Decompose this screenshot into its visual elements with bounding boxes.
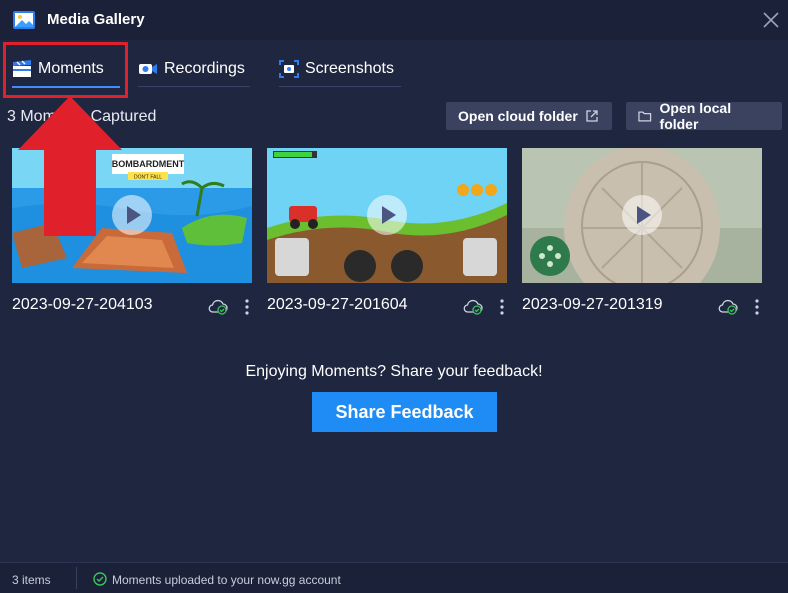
moment-card-footer: 2023-09-27-201319 [522,283,762,323]
external-link-icon [586,110,598,122]
open-cloud-folder-label: Open cloud folder [458,108,578,124]
folder-icon [638,111,652,122]
open-local-folder-label: Open local folder [659,100,732,132]
status-bar: 3 items Moments uploaded to your now.gg … [0,562,788,593]
play-icon[interactable] [622,195,662,235]
tab-screenshots-underline [279,86,401,87]
moment-card[interactable]: 2023-09-27-201319 [522,148,762,323]
gallery-icon [13,11,35,29]
title-bar: Media Gallery [0,0,788,40]
window-title: Media Gallery [47,11,145,28]
red-arrow-annotation [18,96,122,236]
upload-status: Moments uploaded to your now.gg account [112,573,341,587]
kebab-icon[interactable] [241,297,253,317]
feedback-prompt: Enjoying Moments? Share your feedback! [245,363,543,380]
thumbnail-game-subtitle: DON'T FALL [134,175,162,181]
highlight-annotation-box [3,42,128,98]
moment-date: 2023-09-27-204103 [12,296,153,313]
moment-date: 2023-09-27-201604 [267,296,408,313]
check-circle-icon [93,572,107,586]
moment-card[interactable]: 2023-09-27-201604 [267,148,507,323]
share-feedback-button[interactable]: Share Feedback [312,392,497,432]
open-local-folder-button[interactable]: Open local folder [626,100,782,132]
moment-card-footer: 2023-09-27-204103 [12,283,252,323]
screenshot-icon [279,60,299,78]
kebab-icon[interactable] [751,297,763,317]
cloud-check-icon [208,299,228,315]
cloud-check-icon [718,299,738,315]
tab-recordings-underline [138,86,250,87]
cloud-check-icon [463,299,483,315]
tab-recordings[interactable]: Recordings [138,52,250,87]
thumbnail-game-title: BOMBARDMENT [112,159,185,169]
status-divider [76,567,77,589]
open-cloud-folder-button[interactable]: Open cloud folder [446,102,612,130]
kebab-icon[interactable] [496,297,508,317]
tab-screenshots[interactable]: Screenshots [279,52,401,87]
close-icon[interactable] [760,9,782,31]
moment-date: 2023-09-27-201319 [522,296,663,313]
play-icon[interactable] [367,195,407,235]
camera-icon [139,64,157,74]
tab-recordings-label: Recordings [164,60,245,77]
moment-thumbnail[interactable] [267,148,507,283]
items-count: 3 items [12,573,51,587]
moment-card-footer: 2023-09-27-201604 [267,283,507,323]
tab-screenshots-label: Screenshots [305,60,394,77]
moment-thumbnail[interactable] [522,148,762,283]
